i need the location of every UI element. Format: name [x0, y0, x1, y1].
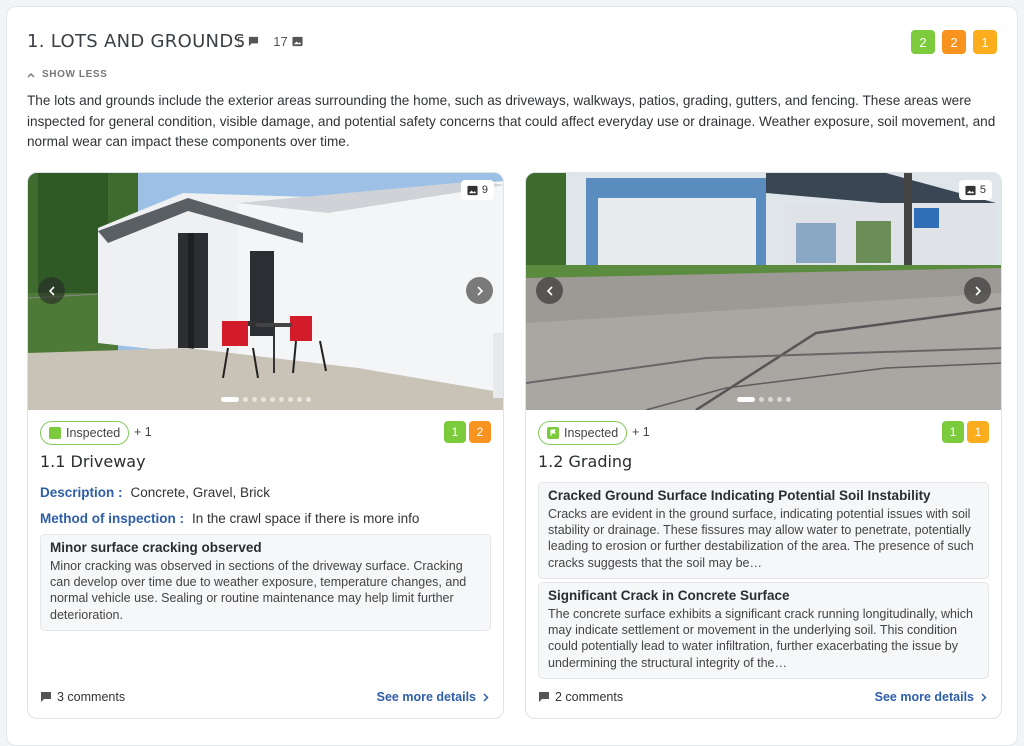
comment-count: 5	[237, 34, 245, 49]
carousel-dot[interactable]	[296, 397, 302, 402]
item-severity-badges: 1 2	[444, 421, 491, 443]
carousel-dot[interactable]	[767, 397, 773, 402]
carousel-dot[interactable]	[776, 397, 782, 402]
chevron-right-icon	[974, 285, 981, 296]
see-more-details-link[interactable]: See more details	[875, 690, 987, 704]
observation-text: Minor cracking was observed in sections …	[50, 559, 467, 622]
observation-title: Cracked Ground Surface Indicating Potent…	[548, 488, 931, 503]
item-card-grading: 5 Inspected + 1 1 1 1.2 Grading Cracked …	[525, 172, 1002, 719]
observation-card[interactable]: Minor surface cracking observed Minor cr…	[40, 534, 491, 631]
method-value: In the crawl space if there is more info	[192, 511, 420, 526]
comments-count: 3 comments	[57, 690, 126, 704]
section-severity-badges: 2 2 1	[911, 30, 997, 54]
severity-badge-amber[interactable]: 1	[967, 421, 989, 443]
severity-badge-orange[interactable]: 2	[469, 421, 491, 443]
chevron-right-icon	[483, 692, 489, 702]
image-icon	[292, 36, 303, 47]
carousel-dot[interactable]	[251, 397, 257, 402]
carousel-dot[interactable]	[278, 397, 284, 402]
observation-card[interactable]: Significant Crack in Concrete Surface Th…	[538, 582, 989, 679]
photo-carousel[interactable]: 9	[28, 173, 503, 410]
section-description: The lots and grounds include the exterio…	[27, 93, 996, 149]
image-count: 17	[273, 34, 288, 49]
carousel-dot[interactable]	[242, 397, 248, 402]
carousel-dot[interactable]	[260, 397, 266, 402]
status-chip-inspected[interactable]: Inspected	[538, 421, 628, 445]
image-icon	[965, 185, 976, 195]
see-more-label: See more details	[376, 690, 476, 704]
severity-badge-green[interactable]: 1	[942, 421, 964, 443]
see-more-label: See more details	[874, 690, 974, 704]
status-extra: + 1	[632, 425, 650, 439]
observation-text: Cracks are evident in the ground surface…	[548, 507, 974, 570]
carousel-next-button[interactable]	[964, 277, 991, 304]
observation-title: Minor surface cracking observed	[50, 540, 262, 555]
photo-carousel[interactable]: 5	[526, 173, 1001, 410]
severity-badge-green[interactable]: 2	[911, 30, 935, 54]
comments-link[interactable]: 2 comments	[538, 690, 623, 704]
see-more-details-link[interactable]: See more details	[377, 690, 489, 704]
item-title: 1.1 Driveway	[40, 452, 146, 471]
show-less-toggle[interactable]: SHOW LESS	[27, 69, 107, 80]
chevron-up-icon	[27, 72, 35, 77]
show-less-label: SHOW LESS	[42, 69, 108, 80]
item-severity-badges: 1 1	[942, 421, 989, 443]
observation-card[interactable]: Cracked Ground Surface Indicating Potent…	[538, 482, 989, 579]
card-footer: 3 comments See more details	[40, 688, 491, 708]
comments-link[interactable]: 3 comments	[40, 690, 125, 704]
status-label: Inspected	[564, 426, 619, 440]
carousel-dot[interactable]	[736, 397, 755, 402]
section-stats: 5 17	[237, 34, 303, 49]
method-label: Method of inspection :	[40, 511, 184, 526]
status-chip-inspected[interactable]: Inspected	[40, 421, 130, 445]
flag-icon	[547, 427, 559, 439]
observation-text: The concrete surface exhibits a signific…	[548, 607, 973, 670]
chevron-left-icon	[48, 285, 55, 296]
comments-count: 2 comments	[555, 690, 624, 704]
chevron-left-icon	[546, 285, 553, 296]
chevron-right-icon	[476, 285, 483, 296]
carousel-prev-button[interactable]	[38, 277, 65, 304]
severity-badge-amber[interactable]: 1	[973, 30, 997, 54]
photo-count: 9	[481, 184, 488, 196]
photo-count-badge: 5	[958, 180, 992, 200]
photo-count: 5	[979, 184, 986, 196]
image-icon	[467, 185, 478, 195]
grading-photo	[526, 173, 1001, 410]
severity-badge-orange[interactable]: 2	[942, 30, 966, 54]
photo-count-badge: 9	[460, 180, 494, 200]
card-footer: 2 comments See more details	[538, 688, 989, 708]
description-row: Description : Concrete, Gravel, Brick	[40, 485, 270, 500]
status-row: Inspected + 1 1 2	[40, 421, 491, 446]
inspected-icon	[49, 427, 61, 439]
status-label: Inspected	[66, 426, 121, 440]
carousel-dot[interactable]	[269, 397, 275, 402]
carousel-dot[interactable]	[305, 397, 311, 402]
carousel-dots	[736, 397, 791, 402]
severity-badge-green[interactable]: 1	[444, 421, 466, 443]
chevron-right-icon	[981, 692, 987, 702]
carousel-dot[interactable]	[220, 397, 239, 402]
comment-icon	[41, 692, 51, 702]
description-label: Description :	[40, 485, 123, 500]
comment-icon	[249, 36, 259, 47]
observation-title: Significant Crack in Concrete Surface	[548, 588, 790, 603]
driveway-photo	[28, 173, 503, 410]
description-value: Concrete, Gravel, Brick	[130, 485, 271, 500]
status-extra: + 1	[134, 425, 152, 439]
comment-icon	[539, 692, 549, 702]
method-row: Method of inspection : In the crawl space…	[40, 511, 419, 526]
carousel-dot[interactable]	[758, 397, 764, 402]
carousel-dot[interactable]	[785, 397, 791, 402]
section-header: 1. LOTS AND GROUNDS 5 17 2 2 1	[27, 30, 997, 61]
carousel-prev-button[interactable]	[536, 277, 563, 304]
item-card-driveway: 9 Inspected + 1 1 2 1.1 Driveway Descrip…	[27, 172, 504, 719]
carousel-dots	[220, 397, 311, 402]
carousel-next-button[interactable]	[466, 277, 493, 304]
section-title: 1. LOTS AND GROUNDS	[27, 31, 246, 52]
carousel-dot[interactable]	[287, 397, 293, 402]
item-title: 1.2 Grading	[538, 452, 633, 471]
status-row: Inspected + 1 1 1	[538, 421, 989, 446]
lots-and-grounds-section: 1. LOTS AND GROUNDS 5 17 2 2 1 SHOW LESS…	[6, 6, 1018, 746]
